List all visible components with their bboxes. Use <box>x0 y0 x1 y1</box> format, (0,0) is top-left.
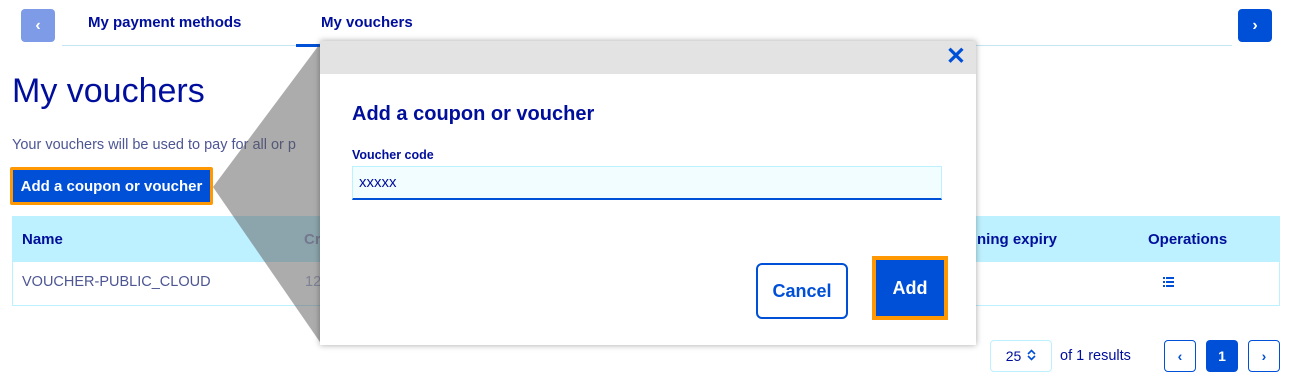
modal-title: Add a coupon or voucher <box>352 103 595 125</box>
cancel-button[interactable]: Cancel <box>756 263 848 319</box>
voucher-code-label: Voucher code <box>352 148 434 162</box>
close-icon[interactable]: ✕ <box>946 43 966 71</box>
voucher-code-input[interactable] <box>352 166 942 200</box>
add-voucher-modal: ✕ Add a coupon or voucher Voucher code C… <box>320 41 976 345</box>
add-button[interactable]: Add <box>872 256 948 320</box>
modal-header: ✕ <box>320 41 976 74</box>
